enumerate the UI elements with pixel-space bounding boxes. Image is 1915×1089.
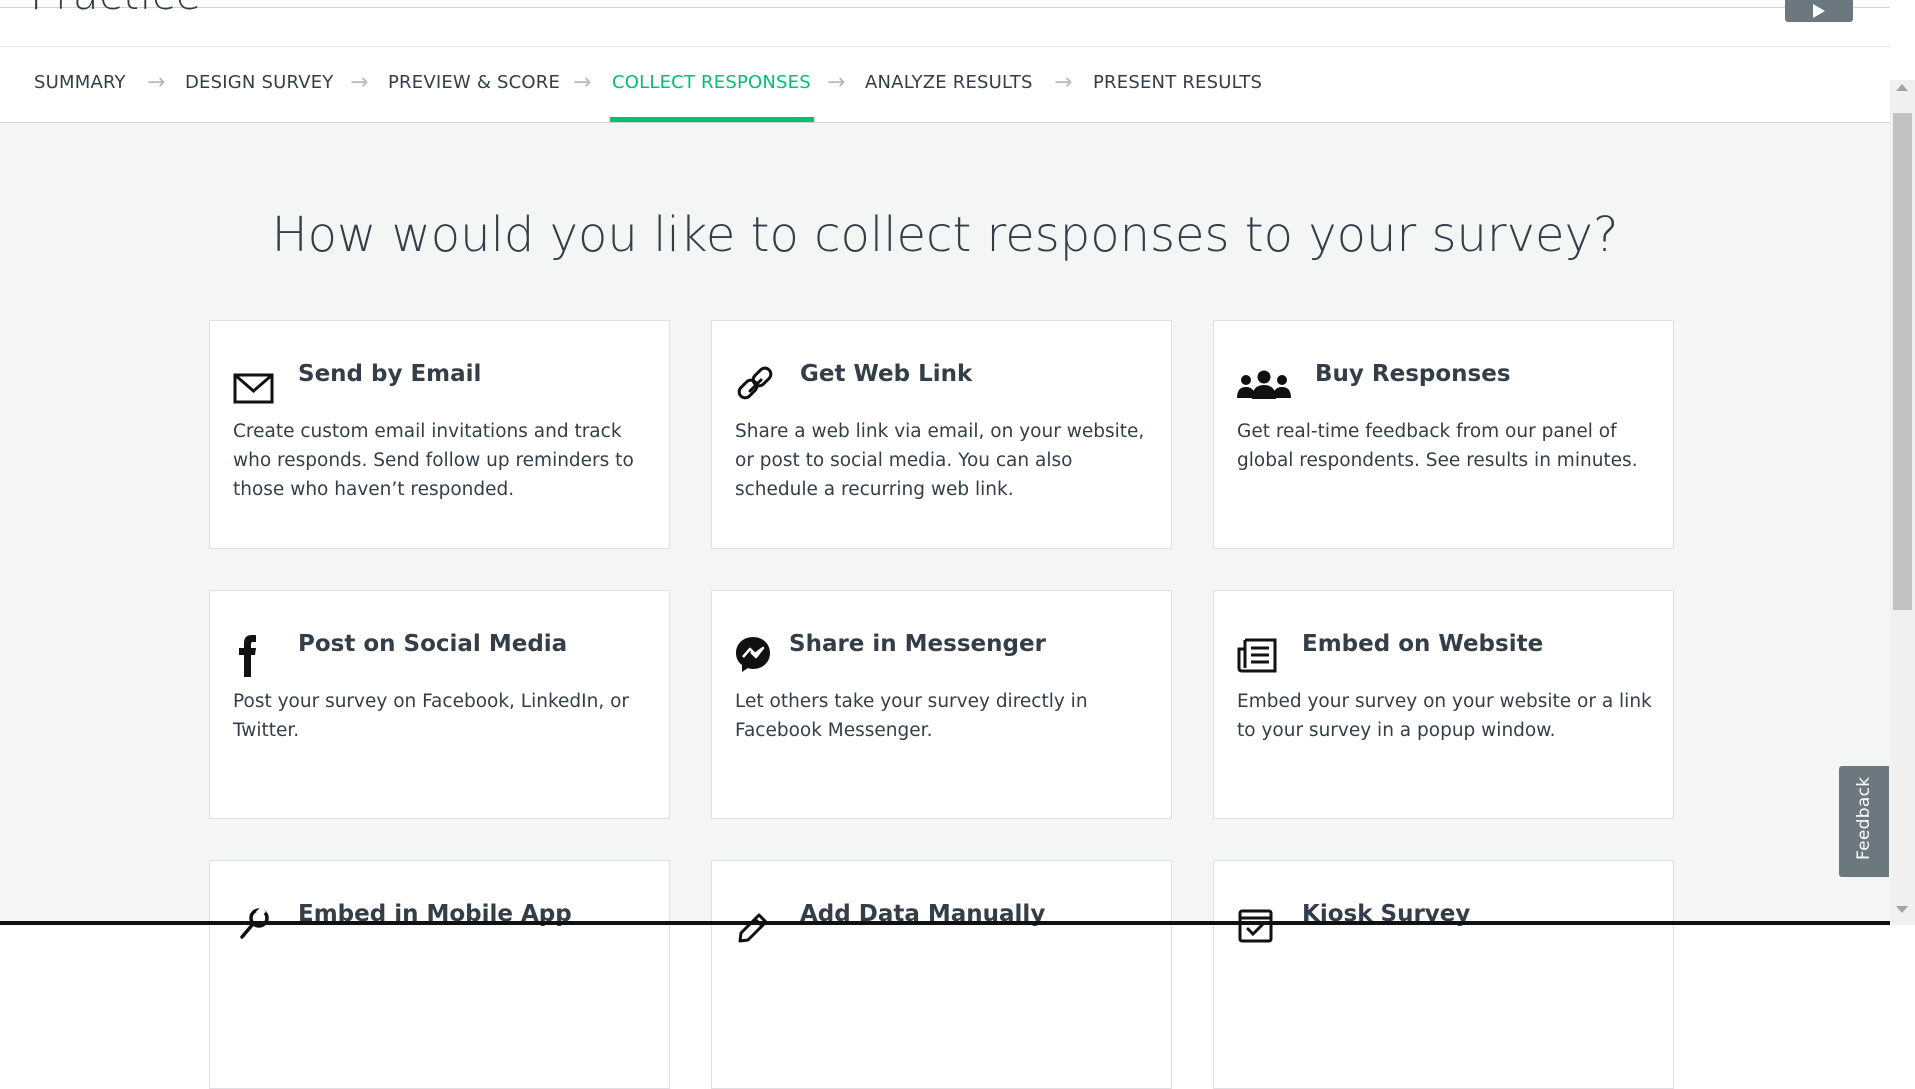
step-design-survey[interactable]: DESIGN SURVEY — [185, 47, 334, 122]
card-description: Create custom email invitations and trac… — [233, 421, 634, 500]
collect-main: How would you like to collect responses … — [0, 123, 1890, 1089]
kiosk-icon — [1236, 903, 1280, 947]
messenger-icon — [734, 633, 778, 677]
step-summary[interactable]: SUMMARY — [34, 47, 126, 122]
feedback-label: Feedback — [1854, 776, 1874, 860]
page-title: How would you like to collect responses … — [271, 207, 1619, 263]
card-title: Get Web Link — [800, 361, 973, 387]
card-post-on-social-media[interactable]: Post on Social Media Post your survey on… — [209, 590, 670, 819]
card-title: Embed on Website — [1302, 631, 1544, 657]
card-description: Let others take your survey directly in … — [735, 691, 1088, 741]
newspaper-icon — [1236, 633, 1280, 677]
window-bottom-edge — [0, 921, 1890, 925]
step-arrow-icon: → — [573, 70, 592, 95]
card-description: Embed your survey on your website or a l… — [1237, 691, 1652, 741]
survey-title: Practice — [30, 0, 202, 19]
top-border — [0, 7, 1890, 8]
link-icon — [734, 363, 778, 407]
step-collect-responses[interactable]: COLLECT RESPONSES — [610, 47, 814, 122]
scroll-down-icon[interactable] — [1896, 906, 1908, 913]
card-title: Buy Responses — [1315, 361, 1511, 387]
scroll-up-icon[interactable] — [1896, 84, 1908, 91]
card-kiosk-survey[interactable]: Kiosk Survey — [1213, 860, 1674, 1089]
step-present-results[interactable]: PRESENT RESULTS — [1093, 47, 1262, 122]
preview-button[interactable] — [1785, 0, 1853, 22]
card-title: Send by Email — [298, 361, 482, 387]
card-buy-responses[interactable]: Buy Responses Get real-time feedback fro… — [1213, 320, 1674, 549]
card-embed-in-mobile-app[interactable]: Embed in Mobile App — [209, 860, 670, 1089]
card-description: Share a web link via email, on your webs… — [735, 421, 1145, 500]
facebook-icon — [232, 633, 276, 677]
people-icon — [1236, 363, 1292, 407]
pencil-icon — [734, 903, 778, 947]
envelope-icon — [232, 363, 276, 407]
step-preview-score[interactable]: PREVIEW & SCORE — [388, 47, 560, 122]
card-share-in-messenger[interactable]: Share in Messenger Let others take your … — [711, 590, 1172, 819]
card-description: Get real-time feedback from our panel of… — [1237, 421, 1638, 471]
card-embed-on-website[interactable]: Embed on Website Embed your survey on yo… — [1213, 590, 1674, 819]
step-arrow-icon: → — [827, 70, 846, 95]
card-get-web-link[interactable]: Get Web Link Share a web link via email,… — [711, 320, 1172, 549]
step-arrow-icon: → — [350, 70, 369, 95]
step-navigation: SUMMARY → DESIGN SURVEY → PREVIEW & SCOR… — [0, 47, 1890, 123]
card-title: Share in Messenger — [789, 631, 1046, 657]
card-add-data-manually[interactable]: Add Data Manually — [711, 860, 1172, 1089]
card-title: Post on Social Media — [298, 631, 568, 657]
card-send-by-email[interactable]: Send by Email Create custom email invita… — [209, 320, 670, 549]
step-arrow-icon: → — [1054, 70, 1073, 95]
scrollbar-thumb[interactable] — [1893, 113, 1912, 610]
wrench-icon — [232, 903, 276, 947]
step-analyze-results[interactable]: ANALYZE RESULTS — [865, 47, 1033, 122]
card-description: Post your survey on Facebook, LinkedIn, … — [233, 691, 630, 741]
step-arrow-icon: → — [147, 70, 166, 95]
